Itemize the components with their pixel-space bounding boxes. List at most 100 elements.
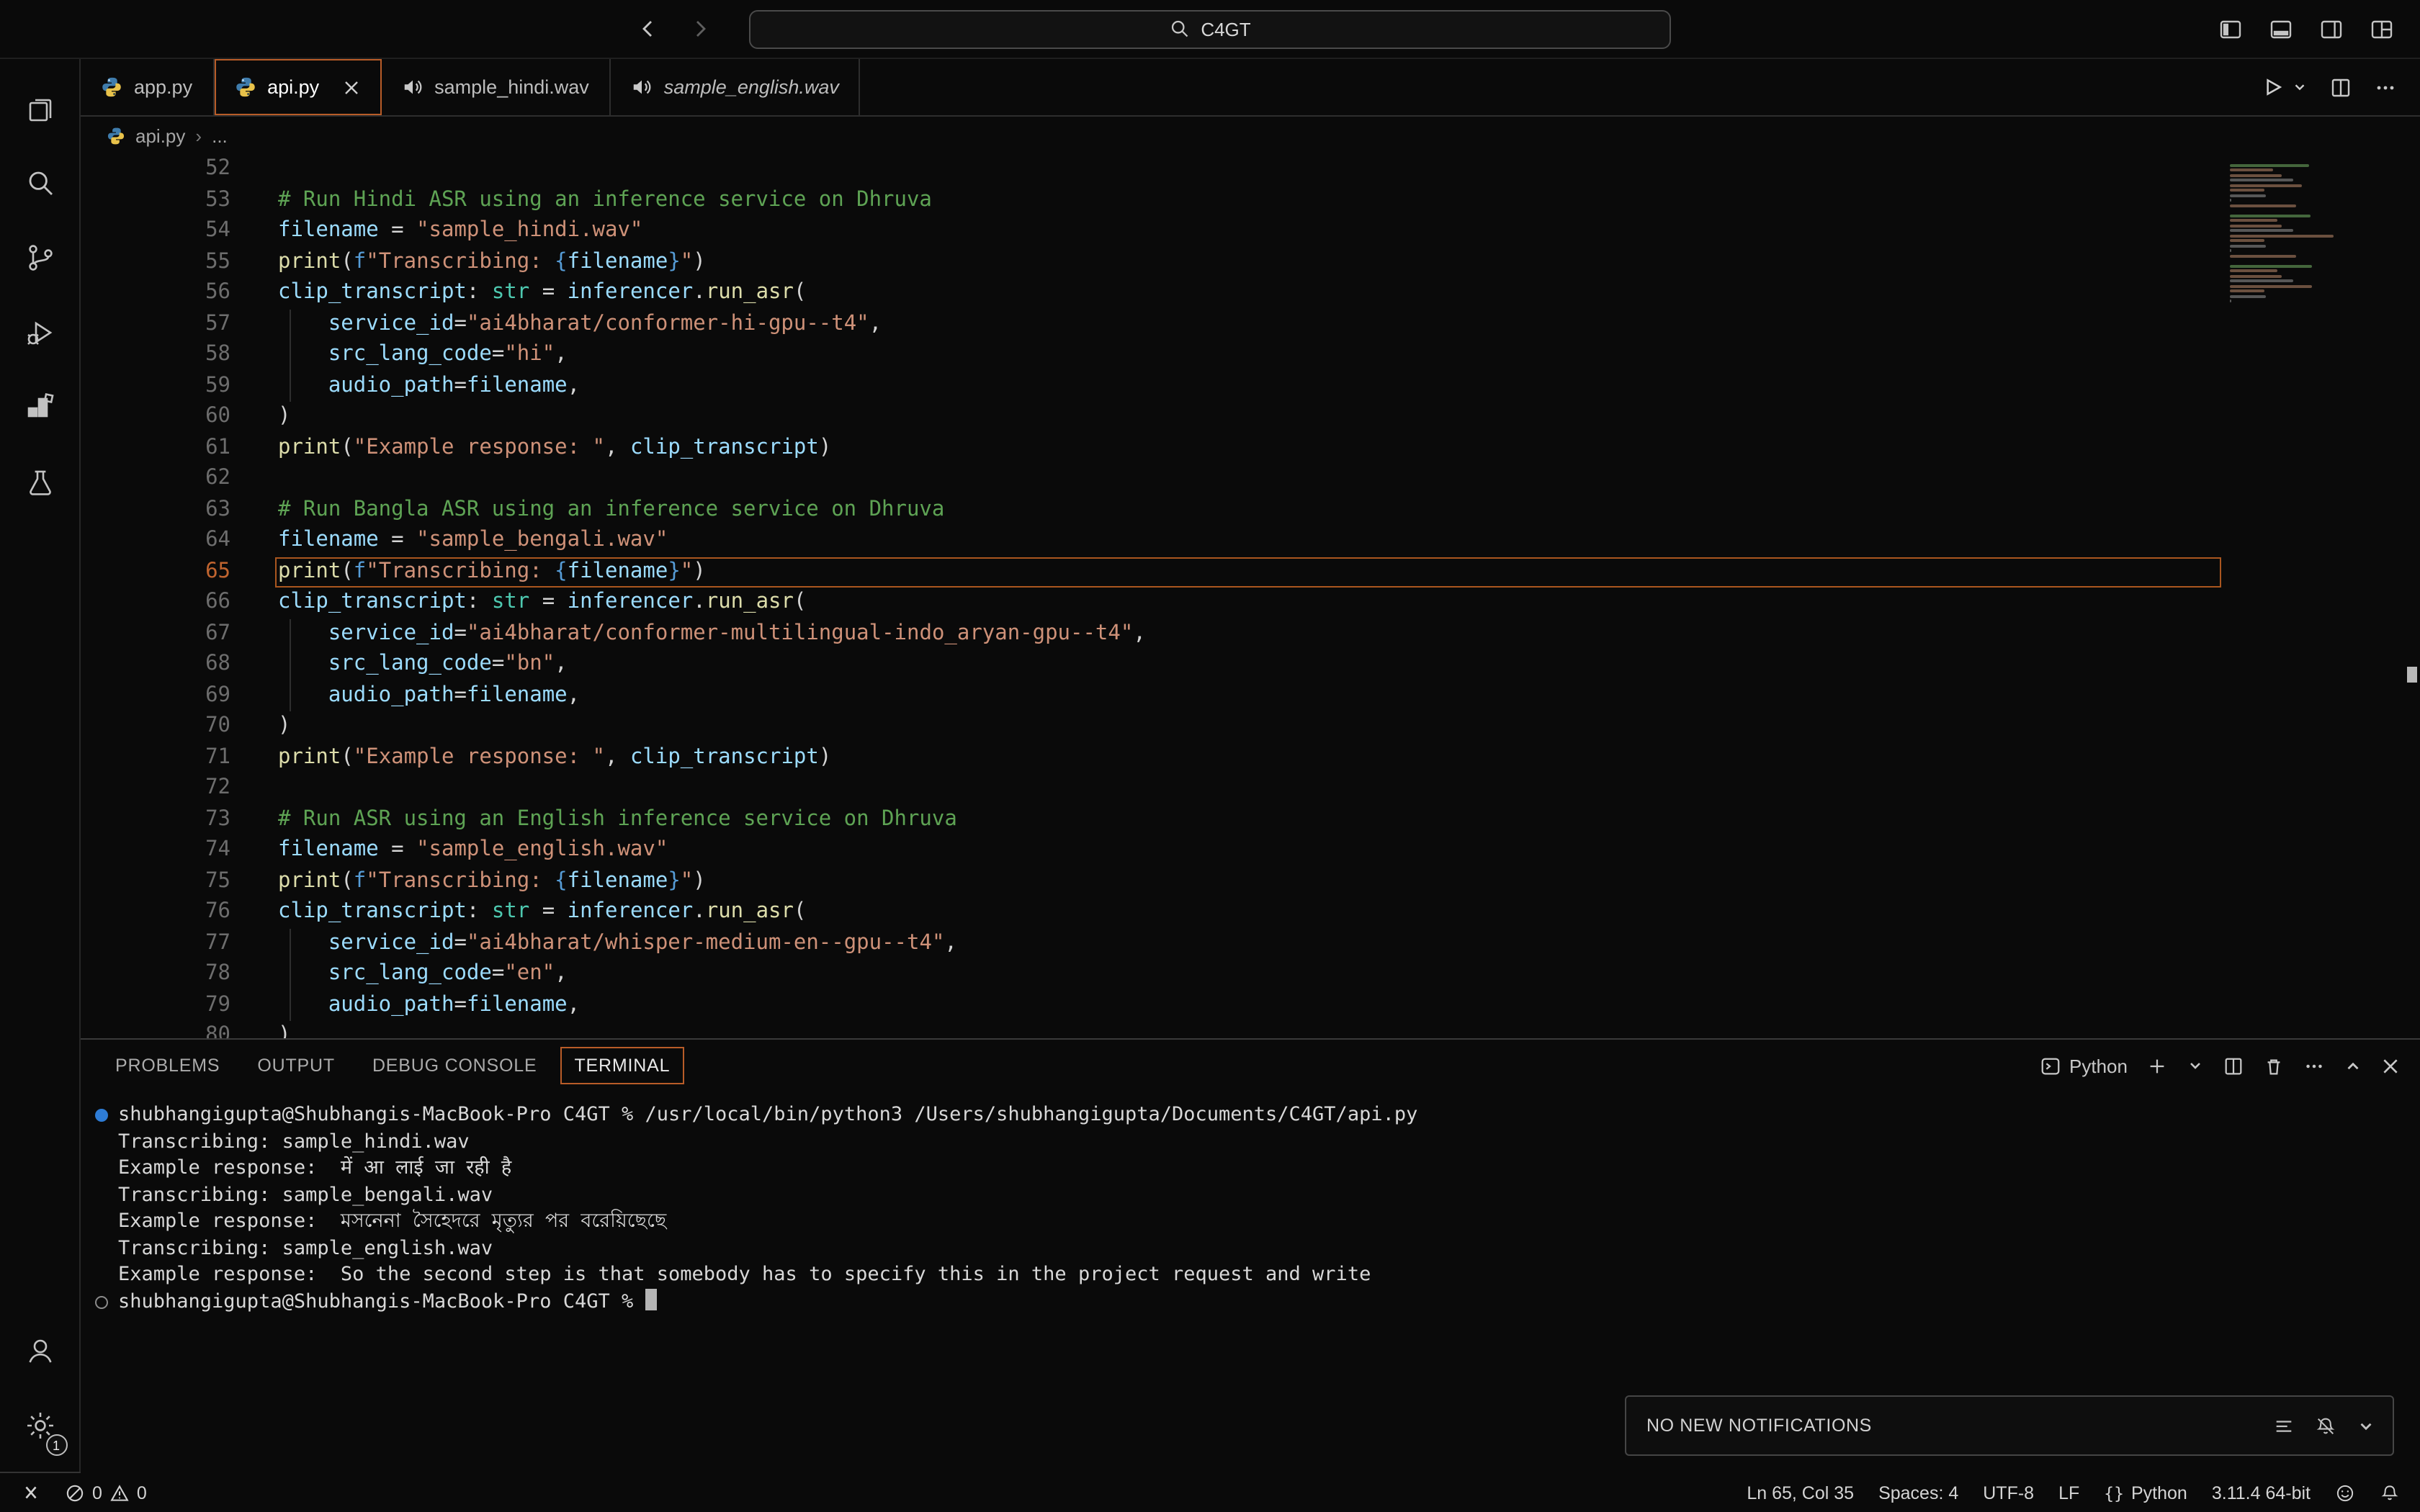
line-number: 71 — [81, 742, 230, 773]
code-line-74[interactable]: 74filename = "sample_english.wav" — [81, 835, 2221, 866]
toggle-secondary-sidebar-icon[interactable] — [2319, 17, 2344, 41]
code-line-52[interactable]: 52 — [81, 154, 2221, 185]
back-icon[interactable] — [637, 17, 660, 40]
breadcrumb-file[interactable]: api.py — [135, 125, 185, 146]
code-line-62[interactable]: 62 — [81, 464, 2221, 495]
tab-output[interactable]: OUTPUT — [243, 1047, 349, 1084]
feedback-icon[interactable] — [2335, 1482, 2355, 1503]
code-line-59[interactable]: 59 audio_path=filename, — [81, 371, 2221, 402]
language-mode-icon: {} — [2104, 1482, 2124, 1503]
command-prompt-decoration-icon[interactable] — [95, 1295, 108, 1308]
sidebar-item-testing[interactable] — [0, 445, 80, 520]
close-panel-icon[interactable] — [2381, 1056, 2400, 1075]
search-icon — [22, 166, 57, 200]
code-line-76[interactable]: 76clip_transcript: str = inferencer.run_… — [81, 897, 2221, 928]
sidebar-item-explorer[interactable] — [0, 71, 80, 145]
line-number: 59 — [81, 371, 230, 402]
code-line-68[interactable]: 68 src_lang_code="bn", — [81, 649, 2221, 680]
settings-button[interactable]: 1 — [0, 1388, 80, 1463]
line-number: 78 — [81, 959, 230, 990]
tab-sample-english-wav[interactable]: sample_english.wav — [611, 59, 861, 115]
more-actions-icon[interactable] — [2374, 76, 2397, 99]
code-line-56[interactable]: 56clip_transcript: str = inferencer.run_… — [81, 278, 2221, 309]
run-debug-icon — [22, 315, 57, 350]
breadcrumb-more[interactable]: ... — [212, 125, 228, 146]
new-terminal-icon[interactable] — [2146, 1055, 2168, 1076]
code-line-64[interactable]: 64filename = "sample_bengali.wav" — [81, 526, 2221, 557]
customize-layout-icon[interactable] — [2370, 17, 2394, 41]
line-number: 52 — [81, 154, 230, 185]
problems-status[interactable]: 0 0 — [65, 1482, 147, 1503]
tab-problems[interactable]: PROBLEMS — [101, 1047, 234, 1084]
run-python-file-icon[interactable] — [2260, 75, 2285, 99]
code-line-61[interactable]: 61print("Example response: ", clip_trans… — [81, 433, 2221, 464]
panel-more-actions-icon[interactable] — [2303, 1055, 2325, 1076]
python-icon — [101, 76, 122, 98]
sidebar-item-extensions[interactable] — [0, 370, 80, 445]
close-icon[interactable] — [342, 78, 359, 96]
editor-scrollbar[interactable] — [2403, 154, 2420, 1038]
code-line-72[interactable]: 72 — [81, 773, 2221, 804]
terminal-dropdown-chevron-icon[interactable] — [2187, 1057, 2204, 1074]
tab-api-py[interactable]: api.py — [214, 59, 381, 115]
code-text — [275, 773, 2221, 804]
clear-all-notifications-icon[interactable] — [2273, 1415, 2295, 1436]
cursor-position[interactable]: Ln 65, Col 35 — [1747, 1482, 1854, 1503]
python-interpreter[interactable]: 3.11.4 64-bit — [2212, 1482, 2311, 1503]
maximize-panel-icon[interactable] — [2344, 1056, 2362, 1075]
code-editor[interactable]: 5253# Run Hindi ASR using an inference s… — [81, 154, 2420, 1038]
tab-label: sample_hindi.wav — [434, 76, 589, 98]
sidebar-item-search[interactable] — [0, 145, 80, 220]
encoding[interactable]: UTF-8 — [1983, 1482, 2034, 1503]
tab-sample-hindi-wav[interactable]: sample_hindi.wav — [381, 59, 611, 115]
code-text: filename = "sample_hindi.wav" — [275, 216, 2221, 247]
code-line-55[interactable]: 55print(f"Transcribing: {filename}") — [81, 247, 2221, 278]
hide-notifications-chevron-icon[interactable] — [2357, 1416, 2375, 1435]
code-line-79[interactable]: 79 audio_path=filename, — [81, 990, 2221, 1021]
code-line-78[interactable]: 78 src_lang_code="en", — [81, 959, 2221, 990]
code-line-57[interactable]: 57 service_id="ai4bharat/conformer-hi-gp… — [81, 309, 2221, 340]
code-line-63[interactable]: 63# Run Bangla ASR using an inference se… — [81, 495, 2221, 526]
notification-center[interactable]: NO NEW NOTIFICATIONS — [1625, 1395, 2394, 1456]
accounts-button[interactable] — [0, 1313, 80, 1388]
tab-debug-console[interactable]: DEBUG CONSOLE — [358, 1047, 552, 1084]
code-line-60[interactable]: 60) — [81, 402, 2221, 433]
minimap[interactable] — [2230, 158, 2345, 305]
tab-app-py[interactable]: app.py — [81, 59, 214, 115]
code-line-54[interactable]: 54filename = "sample_hindi.wav" — [81, 216, 2221, 247]
code-text: filename = "sample_english.wav" — [275, 835, 2221, 866]
run-dropdown-chevron-icon[interactable] — [2292, 79, 2308, 95]
terminal-instance[interactable]: Python — [2039, 1055, 2128, 1076]
tab-terminal[interactable]: TERMINAL — [560, 1047, 684, 1084]
bell-icon[interactable] — [2380, 1482, 2400, 1503]
panel-actions: Python — [2039, 1055, 2400, 1076]
command-center-search[interactable]: C4GT — [749, 9, 1671, 48]
code-line-66[interactable]: 66clip_transcript: str = inferencer.run_… — [81, 588, 2221, 618]
code-line-67[interactable]: 67 service_id="ai4bharat/conformer-multi… — [81, 618, 2221, 649]
split-editor-icon[interactable] — [2329, 76, 2352, 99]
language-mode[interactable]: {} Python — [2104, 1482, 2187, 1503]
code-line-58[interactable]: 58 src_lang_code="hi", — [81, 340, 2221, 371]
forward-icon[interactable] — [689, 17, 712, 40]
sidebar-item-source-control[interactable] — [0, 220, 80, 295]
code-line-70[interactable]: 70) — [81, 711, 2221, 742]
toggle-sidebar-icon[interactable] — [2218, 17, 2243, 41]
code-line-69[interactable]: 69 audio_path=filename, — [81, 680, 2221, 711]
code-line-71[interactable]: 71print("Example response: ", clip_trans… — [81, 742, 2221, 773]
remote-indicator[interactable] — [20, 1482, 42, 1503]
do-not-disturb-icon[interactable] — [2315, 1415, 2336, 1436]
command-executed-decoration-icon[interactable] — [95, 1109, 108, 1122]
split-terminal-icon[interactable] — [2223, 1055, 2244, 1076]
eol-sequence[interactable]: LF — [2058, 1482, 2079, 1503]
code-line-65[interactable]: 65print(f"Transcribing: {filename}") — [81, 557, 2221, 588]
code-line-80[interactable]: 80) — [81, 1021, 2221, 1038]
code-line-75[interactable]: 75print(f"Transcribing: {filename}") — [81, 866, 2221, 897]
code-line-77[interactable]: 77 service_id="ai4bharat/whisper-medium-… — [81, 928, 2221, 959]
toggle-panel-icon[interactable] — [2269, 17, 2293, 41]
code-line-73[interactable]: 73# Run ASR using an English inference s… — [81, 804, 2221, 835]
line-number: 79 — [81, 990, 230, 1021]
code-line-53[interactable]: 53# Run Hindi ASR using an inference ser… — [81, 185, 2221, 216]
kill-terminal-icon[interactable] — [2263, 1055, 2285, 1076]
sidebar-item-run-debug[interactable] — [0, 295, 80, 370]
indentation[interactable]: Spaces: 4 — [1878, 1482, 1958, 1503]
